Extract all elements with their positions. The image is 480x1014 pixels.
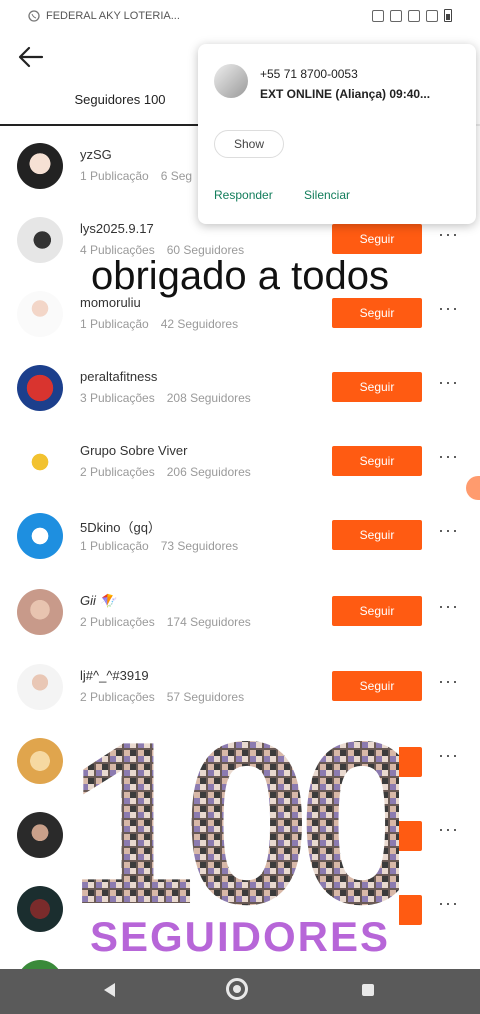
battery-icon [444,9,452,22]
more-icon[interactable]: ··· [438,299,459,317]
signal-icon [426,9,438,22]
status-icons [372,9,452,22]
follow-button[interactable]: Seguir [332,671,422,701]
avatar [17,439,63,485]
list-item[interactable]: Grupo Sobre Viver 2 Publicações 206 Segui… [0,425,480,499]
notification-popup[interactable]: +55 71 8700-0053 EXT ONLINE (Aliança) 09… [198,44,476,224]
seguidores-label: SEGUIDORES [89,913,391,960]
avatar [17,812,63,858]
more-icon[interactable]: ··· [438,597,459,615]
more-icon[interactable]: ··· [438,373,459,391]
show-button[interactable]: Show [214,130,284,158]
hundred-digits: 100 [81,707,399,913]
avatar [17,886,63,932]
follow-button[interactable] [398,895,422,925]
whatsapp-icon [28,10,40,22]
avatar [17,664,63,710]
list-item[interactable]: Gii 🪁 2 Publicações 174 Seguidores Seguir… [0,575,480,649]
more-icon[interactable]: ··· [438,447,459,465]
user-stats: 1 Publicação 73 Seguidores [80,539,239,553]
username: 5Dkino（gq） [80,520,161,535]
screen-record-icon [390,9,402,22]
follow-button[interactable]: Seguir [332,520,422,550]
nav-home-icon[interactable] [226,978,248,1000]
back-button[interactable] [14,40,48,74]
svg-text:100: 100 [81,707,399,913]
more-icon[interactable]: ··· [438,225,459,243]
nav-recents-icon[interactable] [362,984,374,996]
status-notification: FEDERAL AKY LOTERIA... [28,10,180,22]
username: lj#^_^#3919 [80,668,149,683]
follow-button[interactable]: Seguir [332,372,422,402]
username: lys2025.9.17 [80,221,154,236]
username: Grupo Sobre Viver [80,443,188,458]
avatar [17,143,63,189]
reply-button[interactable]: Responder [214,188,273,202]
user-stats: 3 Publicações 208 Seguidores [80,391,251,405]
overlay-caption: obrigado a todos [90,254,389,298]
user-stats: 2 Publicações 174 Seguidores [80,615,251,629]
more-icon[interactable]: ··· [438,894,459,912]
username: Gii 🪁 [80,593,116,608]
follow-button[interactable]: Seguir [332,298,422,328]
alarm-icon [372,9,384,22]
follow-button[interactable] [398,747,422,777]
follow-button[interactable]: Seguir [332,446,422,476]
notification-avatar [214,64,248,98]
status-bar: FEDERAL AKY LOTERIA... [0,0,480,36]
user-stats: 1 Publicação 6 Seg [80,169,193,183]
avatar [17,513,63,559]
user-stats: 2 Publicações 57 Seguidores [80,690,245,704]
username: peraltafitness [80,369,158,384]
follow-button[interactable]: Seguir [332,224,422,254]
system-nav-bar [0,969,480,1014]
more-icon[interactable]: ··· [438,672,459,690]
notification-message: EXT ONLINE (Aliança) 09:40... [260,87,431,101]
list-item[interactable]: peraltafitness 3 Publicações 208 Seguidor… [0,351,480,425]
user-stats: 1 Publicação 42 Seguidores [80,317,239,331]
arrow-left-icon [18,46,44,68]
avatar [17,738,63,784]
notification-app-label: FEDERAL AKY LOTERIA... [46,10,180,22]
silence-button[interactable]: Silenciar [304,188,350,202]
nav-back-icon[interactable] [104,983,115,997]
more-icon[interactable]: ··· [438,820,459,838]
user-stats: 2 Publicações 206 Seguidores [80,465,251,479]
more-icon[interactable]: ··· [438,746,459,764]
hundred-followers-graphic: 100 SEGUIDORES [81,707,399,971]
more-icon[interactable]: ··· [438,521,459,539]
list-item[interactable]: 5Dkino（gq） 1 Publicação 73 Seguidores Seg… [0,499,480,573]
avatar [17,365,63,411]
follow-button[interactable]: Seguir [332,596,422,626]
follow-button[interactable] [398,821,422,851]
avatar [17,589,63,635]
notification-sender: +55 71 8700-0053 [260,67,358,81]
call-icon [408,9,420,22]
username: yzSG [80,147,112,162]
